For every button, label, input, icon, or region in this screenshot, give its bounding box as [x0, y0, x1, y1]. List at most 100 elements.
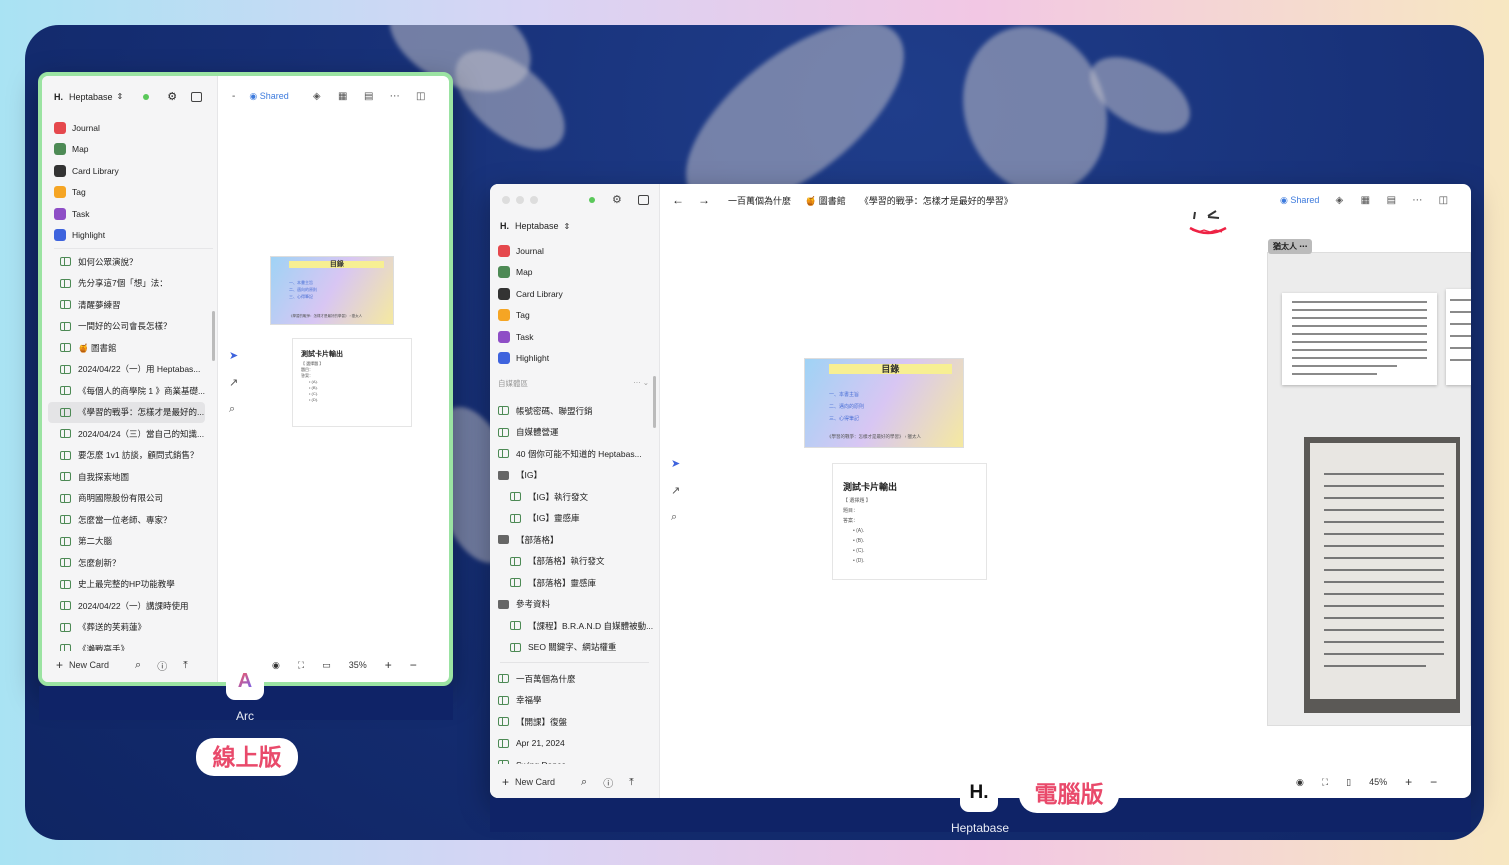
list-item[interactable]: 2024/04/22（一）講課時使用 — [48, 595, 205, 617]
sidebar-item-task[interactable]: Task — [490, 326, 659, 348]
list-item[interactable]: 【課程】B.R.A.N.D 自媒體被動... — [490, 615, 653, 637]
sidebar-item-card-library[interactable]: Card Library — [490, 283, 659, 305]
gear-icon[interactable]: ⚙ — [612, 193, 622, 206]
gear-icon[interactable]: ⚙ — [167, 90, 177, 103]
list-item[interactable]: 2024/04/24（三）當自己的知識... — [48, 423, 205, 445]
help-icon[interactable]: ⓘ — [603, 775, 613, 790]
list-item[interactable]: 【開課】復盤 — [490, 711, 653, 733]
sidebar-item-map[interactable]: Map — [490, 262, 659, 284]
list-item[interactable]: 《葬送的芙莉蓮》 — [48, 617, 205, 639]
chevron-updown-icon[interactable]: ⇕ — [564, 222, 571, 231]
list-item[interactable]: 【部落格】 — [490, 529, 653, 551]
section-header[interactable]: 自媒體區 — [498, 378, 528, 389]
workspace-name[interactable]: Heptabase — [69, 92, 113, 102]
list-item[interactable]: Apr 21, 2024 — [490, 733, 653, 755]
list-item[interactable]: 史上最完整的HP功能教學 — [48, 574, 205, 596]
arc-app-icon[interactable]: A — [226, 662, 264, 700]
layout-icon[interactable]: ▭ — [322, 660, 331, 671]
test-card[interactable]: 測試卡片輸出 【 選擇題 】 題目： 答案： • (A). • (B). • (… — [292, 338, 412, 427]
calendar-icon[interactable]: ▦ — [337, 90, 349, 102]
list-item[interactable]: 第二大腦 — [48, 531, 205, 553]
list-item[interactable]: 如何公眾演說？ — [48, 251, 205, 273]
layers-icon[interactable]: ◈ — [1333, 194, 1345, 206]
list-item[interactable]: 《每個人的商學院 1 》商業基礎... — [48, 380, 205, 402]
maximize-window-button[interactable] — [530, 196, 538, 204]
test-card[interactable]: 測試卡片輸出 【 選擇題 】 題目： 答案： • (A). • (B). • (… — [832, 463, 987, 580]
list-item[interactable]: 帳號密碼、聯盟行銷 — [490, 400, 653, 422]
tag-more-icon[interactable]: ⋯ — [1299, 242, 1307, 251]
fit-screen-icon[interactable]: ⛶ — [1322, 777, 1328, 788]
new-card-button[interactable]: New Card — [69, 660, 109, 670]
library-icon[interactable]: ▤ — [1385, 194, 1397, 206]
shared-indicator[interactable]: ◉ Shared — [249, 91, 288, 102]
search-icon[interactable]: ⌕ — [135, 659, 141, 672]
list-item[interactable]: Swing Dance — [490, 754, 653, 764]
mouse-icon[interactable]: ▯ — [1346, 777, 1351, 788]
scrollbar[interactable] — [653, 376, 656, 428]
tag-section[interactable]: 猶太人 ⋯ — [1267, 239, 1471, 726]
list-item[interactable]: 一間好的公司會長怎樣？ — [48, 316, 205, 338]
sidebar-item-highlight[interactable]: Highlight — [490, 348, 659, 370]
list-item[interactable]: 【IG】執行發文 — [490, 486, 653, 508]
eye-icon[interactable]: ◉ — [1296, 777, 1304, 788]
breadcrumb-item[interactable]: 《學習的戰爭：怎樣才是最好的學習》 — [860, 194, 1013, 207]
list-item[interactable]: 自我探索地圖 — [48, 466, 205, 488]
forward-arrow-icon[interactable]: → — [698, 193, 710, 207]
list-item[interactable]: 參考資料 — [490, 594, 653, 616]
upload-icon[interactable]: ⤒ — [183, 660, 187, 671]
zoom-level[interactable]: 35% — [349, 660, 367, 670]
plus-icon[interactable]: + — [502, 775, 509, 789]
minimize-window-button[interactable] — [516, 196, 524, 204]
workspace-name[interactable]: Heptabase — [515, 221, 559, 231]
eye-icon[interactable]: ◉ — [272, 660, 280, 671]
layers-icon[interactable]: ◈ — [311, 90, 323, 102]
calendar-icon[interactable]: ▦ — [1359, 194, 1371, 206]
book-photo-image[interactable] — [1304, 437, 1460, 713]
sidebar-item-highlight[interactable]: Highlight — [42, 225, 217, 247]
pointer-tool-icon[interactable]: ➤ — [229, 349, 238, 362]
section-options-icon[interactable]: ⋯ ⌄ — [633, 378, 649, 389]
list-item[interactable]: 【部落格】執行發文 — [490, 551, 653, 573]
arrow-tool-icon[interactable]: ↗ — [671, 484, 680, 497]
list-item[interactable]: 要怎麼 1v1 訪談，顧問式銷售？ — [48, 445, 205, 467]
zoom-in-icon[interactable]: + — [1405, 775, 1412, 789]
fit-screen-icon[interactable]: ⛶ — [298, 660, 304, 671]
list-item[interactable]: 🍯 圖書館 — [48, 337, 205, 359]
sidebar-toggle-icon[interactable] — [638, 195, 649, 205]
list-item[interactable]: 怎麼創新？ — [48, 552, 205, 574]
upload-icon[interactable]: ⤒ — [629, 777, 633, 788]
list-item[interactable]: 2024/04/22（一）用 Heptabas... — [48, 359, 205, 381]
toc-card[interactable]: 目錄 一、本書主旨 二、邁向的原則 三、心得筆記 《學習的戰爭：怎樣才是最好的學… — [270, 256, 394, 325]
list-item[interactable]: 《學習的戰爭：怎樣才是最好的... — [48, 401, 205, 423]
plus-icon[interactable]: + — [56, 658, 63, 672]
zoom-in-icon[interactable]: + — [385, 658, 392, 672]
zoom-out-icon[interactable]: − — [410, 658, 417, 672]
sidebar-item-journal[interactable]: Journal — [42, 117, 217, 139]
list-item[interactable]: 幸福學 — [490, 690, 653, 712]
pointer-tool-icon[interactable]: ➤ — [671, 457, 680, 470]
sidebar-toggle-icon[interactable] — [191, 91, 203, 102]
list-item[interactable]: 【IG】 — [490, 465, 653, 487]
breadcrumb-item[interactable]: 一百萬個為什麼 — [728, 194, 791, 207]
back-arrow-icon[interactable]: ← — [672, 193, 684, 207]
breadcrumb-item[interactable]: 🍯 圖書館 — [805, 194, 846, 207]
list-item[interactable]: 怎麼當一位老師、專家？ — [48, 509, 205, 531]
new-card-button[interactable]: New Card — [515, 777, 555, 787]
list-item[interactable]: 一百萬個為什麼 — [490, 668, 653, 690]
scrollbar[interactable] — [212, 311, 215, 361]
list-item[interactable]: 40 個你可能不知道的 Heptabas... — [490, 443, 653, 465]
sidebar-item-task[interactable]: Task — [42, 203, 217, 225]
book-page-image[interactable] — [1446, 289, 1471, 385]
more-icon[interactable]: ⋯ — [389, 90, 401, 102]
close-window-button[interactable] — [502, 196, 510, 204]
tag-label[interactable]: 猶太人 — [1273, 242, 1297, 251]
list-item[interactable]: 自媒體營運 — [490, 422, 653, 444]
book-page-image[interactable] — [1282, 293, 1437, 385]
list-item[interactable]: 清醒夢練習 — [48, 294, 205, 316]
list-item[interactable]: 【IG】靈感庫 — [490, 508, 653, 530]
sidebar-item-tag[interactable]: Tag — [490, 305, 659, 327]
sidebar-item-card-library[interactable]: Card Library — [42, 160, 217, 182]
more-icon[interactable]: ⋯ — [1411, 194, 1423, 206]
zoom-level[interactable]: 45% — [1369, 777, 1387, 787]
zoom-search-icon[interactable]: ⌕ — [671, 511, 680, 524]
